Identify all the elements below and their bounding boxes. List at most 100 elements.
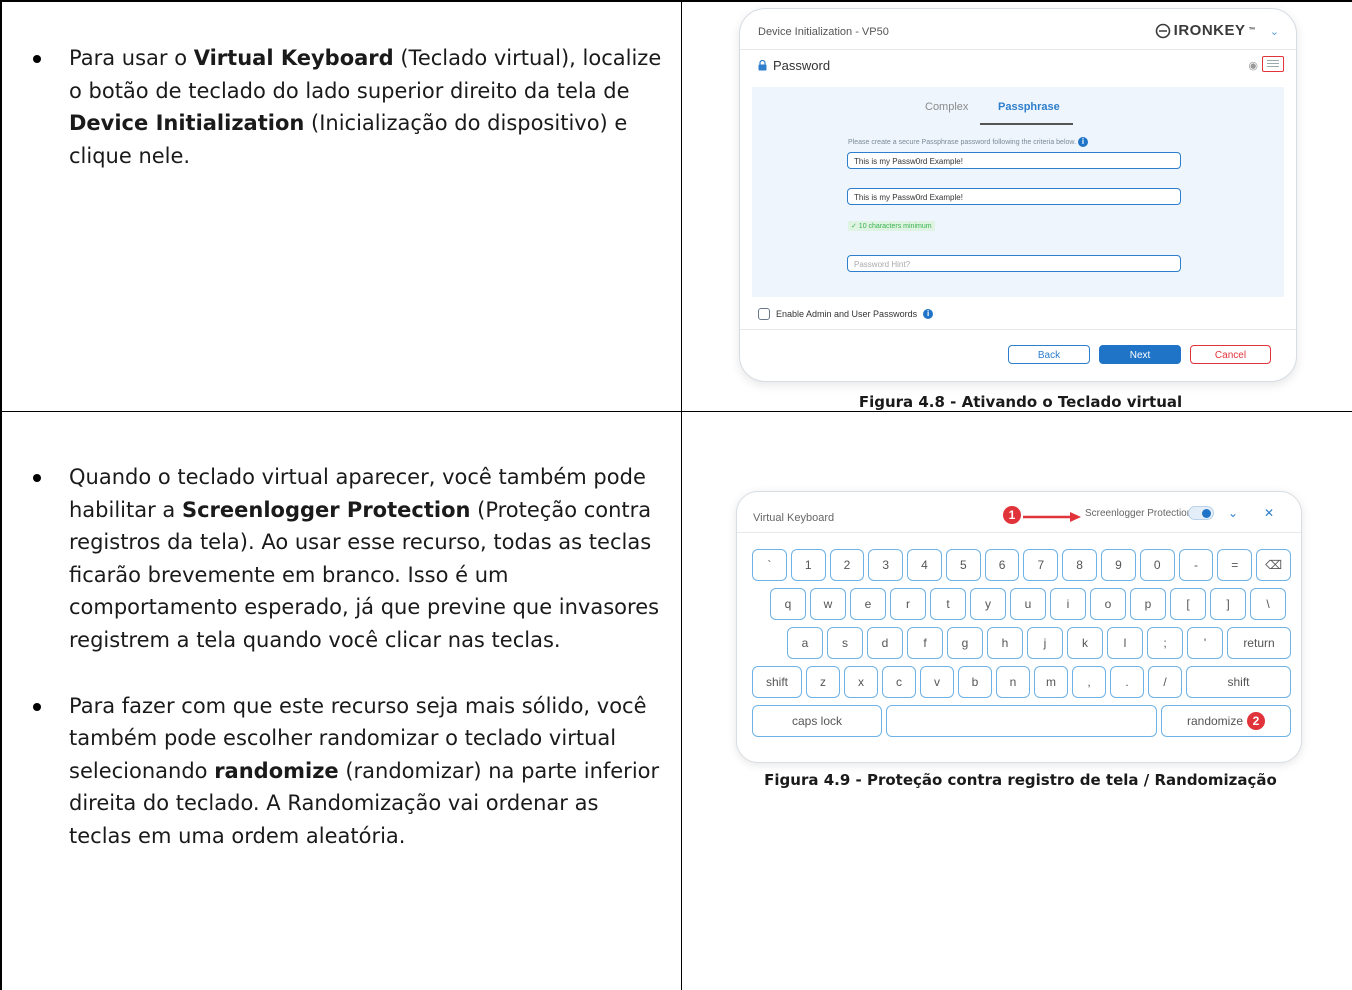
info-icon[interactable]: i: [923, 309, 934, 319]
key[interactable]: ,: [1072, 666, 1106, 698]
key[interactable]: x: [844, 666, 878, 698]
key[interactable]: k: [1067, 627, 1103, 659]
key[interactable]: 7: [1023, 549, 1059, 581]
key-label: p: [1144, 597, 1152, 611]
key[interactable]: u: [1010, 588, 1046, 620]
key[interactable]: n: [996, 666, 1030, 698]
key[interactable]: ]: [1210, 588, 1246, 620]
key[interactable]: r: [890, 588, 926, 620]
key-label: v: [934, 675, 940, 689]
key[interactable]: h: [987, 627, 1023, 659]
key[interactable]: .: [1110, 666, 1144, 698]
admin-checkbox[interactable]: [758, 308, 770, 320]
key[interactable]: v: [920, 666, 954, 698]
key[interactable]: o: [1090, 588, 1126, 620]
key-label: 8: [1076, 558, 1083, 572]
admin-checkbox-label: Enable Admin and User Passwords: [776, 309, 918, 319]
tab-complex[interactable]: Complex: [925, 101, 968, 113]
key-label: e: [864, 597, 872, 611]
next-button[interactable]: Next: [1099, 345, 1181, 364]
key-label: 0: [1153, 558, 1161, 572]
key[interactable]: y: [970, 588, 1006, 620]
bullet-item: Para usar o Virtual Keyboard (Teclado vi…: [32, 42, 662, 172]
key-label: x: [858, 675, 864, 689]
screenlogger-toggle[interactable]: [1188, 506, 1214, 520]
row2-text-cell: Quando o teclado virtual aparecer, você …: [32, 461, 662, 853]
key[interactable]: e: [850, 588, 886, 620]
keyboard-icon-line: [1267, 63, 1279, 64]
key[interactable]: m: [1034, 666, 1068, 698]
key[interactable]: 1: [790, 549, 826, 581]
password-input[interactable]: This is my Passw0rd Example!: [847, 152, 1181, 169]
virtual-keyboard-button[interactable]: [1262, 56, 1284, 72]
key[interactable]: 8: [1062, 549, 1098, 581]
key[interactable]: g: [947, 627, 983, 659]
key-label: n: [1009, 675, 1017, 689]
admin-checkbox-row[interactable]: Enable Admin and User Passwords i: [758, 308, 934, 320]
key[interactable]: ': [1187, 627, 1223, 659]
key[interactable]: q: [770, 588, 806, 620]
key[interactable]: z: [806, 666, 840, 698]
key-label: s: [842, 636, 848, 650]
shift-right-key[interactable]: shift: [1186, 666, 1291, 698]
key[interactable]: p: [1130, 588, 1166, 620]
key[interactable]: /: [1148, 666, 1182, 698]
chevron-down-icon[interactable]: ⌄: [1228, 506, 1238, 520]
key[interactable]: s: [827, 627, 863, 659]
key-label: 4: [921, 558, 928, 572]
key[interactable]: f: [907, 627, 943, 659]
key[interactable]: 6: [984, 549, 1020, 581]
key[interactable]: 9: [1101, 549, 1136, 581]
info-icon[interactable]: i: [1077, 137, 1088, 147]
key-label: /: [1163, 675, 1167, 689]
key[interactable]: 5: [945, 549, 981, 581]
key-label: shift: [765, 675, 788, 689]
tab-passphrase[interactable]: Passphrase: [998, 101, 1060, 113]
dialog-title: Device Initialization - VP50: [758, 26, 889, 38]
randomize-button[interactable]: randomize 2: [1161, 705, 1291, 737]
eye-icon[interactable]: ◉: [1248, 59, 1258, 72]
key[interactable]: l: [1107, 627, 1143, 659]
cancel-button[interactable]: Cancel: [1190, 345, 1271, 364]
section-title: Password: [773, 58, 831, 73]
key-label: y: [985, 597, 991, 611]
key-label: k: [1082, 636, 1088, 650]
key[interactable]: c: [882, 666, 916, 698]
row2-bullet-list: Quando o teclado virtual aparecer, você …: [32, 461, 662, 853]
key[interactable]: `: [752, 549, 787, 581]
key[interactable]: 0: [1139, 549, 1175, 581]
key[interactable]: w: [810, 588, 846, 620]
key[interactable]: 2: [829, 549, 865, 581]
key[interactable]: =: [1217, 549, 1253, 581]
password-hint-input[interactable]: Password Hint?: [847, 255, 1181, 272]
shift-left-key[interactable]: shift: [752, 666, 802, 698]
return-key[interactable]: return: [1227, 627, 1291, 659]
close-icon[interactable]: ✕: [1264, 506, 1274, 520]
key-label: shift: [1227, 675, 1250, 689]
key[interactable]: t: [930, 588, 966, 620]
key[interactable]: d: [867, 627, 903, 659]
back-button[interactable]: Back: [1008, 345, 1090, 364]
key[interactable]: b: [958, 666, 992, 698]
key[interactable]: -: [1178, 549, 1214, 581]
key[interactable]: i: [1050, 588, 1086, 620]
key[interactable]: \: [1250, 588, 1286, 620]
key[interactable]: 3: [868, 549, 904, 581]
backspace-key[interactable]: ⌫: [1256, 549, 1291, 581]
bold-term: randomize: [214, 758, 339, 783]
key-label: randomize: [1186, 714, 1244, 728]
chevron-down-icon[interactable]: ⌄: [1270, 25, 1279, 38]
key[interactable]: [: [1170, 588, 1206, 620]
keyboard-row: q w e r t y u i o p [] \: [770, 588, 1291, 620]
key-label: [: [1186, 597, 1190, 611]
caps-lock-key[interactable]: caps lock: [752, 705, 882, 737]
brand-logo: IRONKEY ™: [1155, 22, 1256, 39]
confirm-password-input[interactable]: This is my Passw0rd Example!: [847, 188, 1181, 205]
key[interactable]: ;: [1147, 627, 1183, 659]
key-label: l: [1123, 636, 1127, 650]
key[interactable]: 4: [907, 549, 942, 581]
space-bar[interactable]: [886, 705, 1157, 737]
key[interactable]: j: [1027, 627, 1063, 659]
key[interactable]: a: [787, 627, 823, 659]
bullet-text: Para usar o: [69, 46, 194, 70]
